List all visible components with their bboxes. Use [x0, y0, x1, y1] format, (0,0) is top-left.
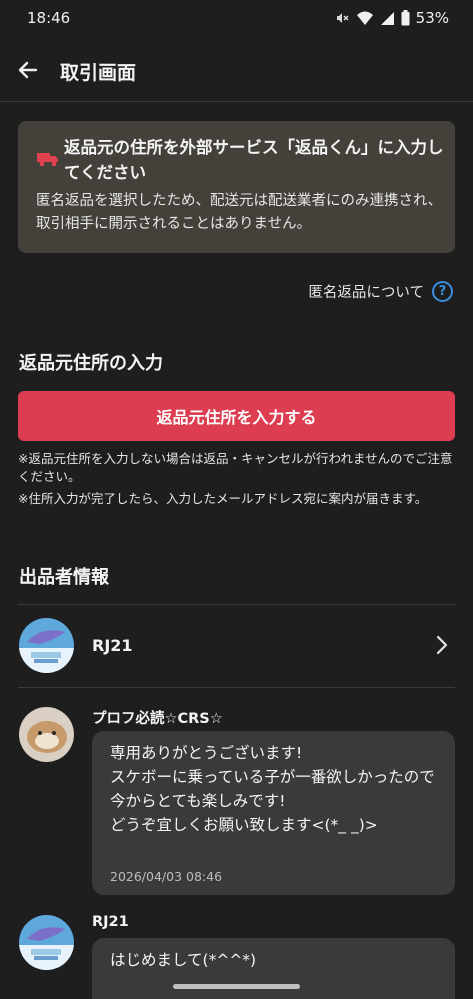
comment-author: RJ21 — [92, 914, 129, 930]
seller-avatar — [19, 618, 74, 673]
comment-author: プロフ必読☆CRS☆ — [92, 711, 223, 727]
comment-bubble: はじめまして(*^^*) — [92, 938, 455, 999]
notice-body: 匿名返品を選択したため、配送元は配送業者にのみ連携され、取引相手に開示されること… — [36, 193, 443, 232]
comment-bubble: 専用ありがとうございます! スケボーに乗っている子が一番欲しかったので 今からと… — [92, 731, 455, 895]
help-icon: ? — [432, 281, 453, 302]
app-bar: 取引画面 — [0, 36, 473, 102]
return-notice-card: 返品元の住所を外部サービス「返品くん」に入力してください 匿名返品を選択したため… — [18, 121, 455, 253]
truck-icon — [37, 151, 59, 171]
status-bar: 18:46 53% — [0, 0, 473, 36]
status-icons: 53% — [334, 9, 449, 27]
address-section-heading: 返品元住所の入力 — [19, 353, 163, 374]
mute-icon — [334, 10, 350, 26]
commenter-avatar — [19, 707, 74, 762]
chevron-right-icon — [435, 634, 449, 660]
comment-text: はじめまして(*^^*) — [110, 951, 257, 969]
page-title: 取引画面 — [60, 62, 137, 84]
comment-text: 専用ありがとうございます! スケボーに乗っている子が一番欲しかったので 今からと… — [110, 744, 435, 834]
divider — [18, 687, 455, 688]
seller-comment-avatar — [19, 915, 74, 970]
seller-row[interactable]: RJ21 — [0, 606, 473, 686]
anonymous-return-label: 匿名返品について — [308, 285, 424, 301]
battery-icon — [401, 10, 410, 26]
notice-title: 返品元の住所を外部サービス「返品くん」に入力してください — [64, 138, 444, 182]
address-note-2: ※住所入力が完了したら、入力したメールアドレス宛に案内が届きます。 — [18, 491, 428, 506]
enter-address-button[interactable]: 返品元住所を入力する — [18, 391, 455, 441]
wifi-icon — [356, 10, 374, 26]
divider — [18, 604, 455, 605]
back-arrow-icon — [18, 61, 38, 79]
seller-section-heading: 出品者情報 — [19, 567, 109, 588]
address-note-1: ※返品元住所を入力しない場合は返品・キャンセルが行われませんのでご注意ください。 — [18, 451, 453, 484]
comment-time: 2026/04/03 08:46 — [110, 869, 223, 884]
home-gesture-bar[interactable] — [173, 984, 300, 989]
battery-percent: 53% — [415, 9, 449, 27]
status-time: 18:46 — [27, 9, 71, 27]
seller-name: RJ21 — [92, 636, 133, 655]
anonymous-return-link[interactable]: 匿名返品について ? — [308, 281, 453, 302]
signal-icon — [380, 11, 395, 26]
back-button[interactable] — [14, 56, 42, 84]
